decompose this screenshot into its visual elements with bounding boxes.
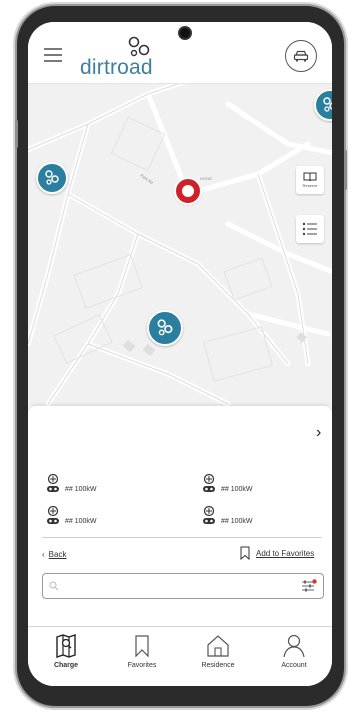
tab-label: Residence [201, 662, 235, 669]
connector-power: 100kW [74, 485, 97, 493]
list-view-button[interactable] [296, 215, 324, 243]
back-link[interactable]: ‹ Back [42, 550, 66, 559]
volume-button [15, 120, 18, 148]
tab-label: Favorites [127, 662, 157, 669]
charging-station-marker[interactable] [147, 310, 183, 346]
connector-item: ## 100kW [46, 506, 97, 526]
charger-station-icon [45, 170, 59, 185]
power-button [344, 150, 347, 190]
back-label: Back [48, 550, 67, 559]
book-icon [303, 172, 317, 182]
bookmark-icon [240, 546, 250, 560]
connector-count: ## [221, 517, 229, 525]
vehicle-button[interactable] [285, 40, 317, 72]
tab-charge[interactable]: Charge [28, 627, 104, 686]
reserve-tool-button[interactable]: Reserve [296, 166, 324, 194]
home-icon [207, 635, 229, 657]
search-icon [49, 581, 59, 591]
tab-label: Charge [53, 662, 79, 669]
divider [42, 537, 322, 538]
bookmark-icon [135, 635, 149, 658]
charger-station-icon [157, 319, 173, 336]
tab-residence[interactable]: Residence [180, 627, 256, 686]
car-icon [293, 50, 309, 62]
tab-label: Account [281, 662, 307, 669]
connector-item: ## 100kW [202, 474, 253, 494]
road-label: Park Rd [139, 173, 154, 185]
user-location-label: HOOD [200, 176, 212, 181]
connector-item: ## 100kW [202, 506, 253, 526]
filter-icon[interactable] [301, 579, 317, 593]
charger-station-icon [323, 97, 332, 112]
map-roads: Park Rd HOOD [28, 84, 332, 406]
bottom-navigation: Charge Favorites Residence Account [28, 626, 332, 686]
map-view[interactable]: Park Rd HOOD Reserve [28, 84, 332, 406]
list-icon [302, 222, 317, 236]
connector-count: ## [65, 485, 73, 493]
search-input[interactable] [63, 577, 293, 595]
chevron-left-icon: ‹ [42, 550, 45, 559]
plug-icon [203, 474, 215, 492]
chevron-right-icon[interactable]: › [316, 424, 321, 442]
charging-station-marker[interactable] [36, 162, 68, 194]
search-box[interactable] [42, 573, 324, 599]
logo-mark-icon [128, 36, 150, 57]
reserve-tool-label: Reserve [302, 183, 318, 188]
front-camera [178, 26, 192, 40]
add-to-favorites-link[interactable]: Add to Favorites [240, 546, 314, 560]
plug-icon [47, 506, 59, 524]
connector-count: ## [221, 485, 229, 493]
connector-power: 100kW [230, 485, 253, 493]
plug-icon [203, 506, 215, 524]
tab-favorites[interactable]: Favorites [104, 627, 180, 686]
station-details-sheet: › ## 100kW ## 100kW ## 100kW ## 100kW ‹ … [28, 406, 332, 626]
connector-power: 100kW [230, 517, 253, 525]
tab-account[interactable]: Account [256, 627, 332, 686]
brand-name: dirtroad [80, 56, 153, 79]
brand-logo: dirtroad [80, 36, 190, 79]
app-screen: dirtroad Park Rd HOOD Reserve › ## 100kW… [28, 22, 332, 686]
hamburger-icon[interactable] [44, 48, 62, 62]
plug-icon [47, 474, 59, 492]
connector-item: ## 100kW [46, 474, 97, 494]
add-to-favorites-label: Add to Favorites [256, 548, 315, 558]
map-icon [56, 634, 76, 658]
connector-count: ## [65, 517, 73, 525]
person-icon [283, 634, 305, 658]
connector-power: 100kW [74, 517, 97, 525]
user-location-pin [176, 179, 200, 203]
